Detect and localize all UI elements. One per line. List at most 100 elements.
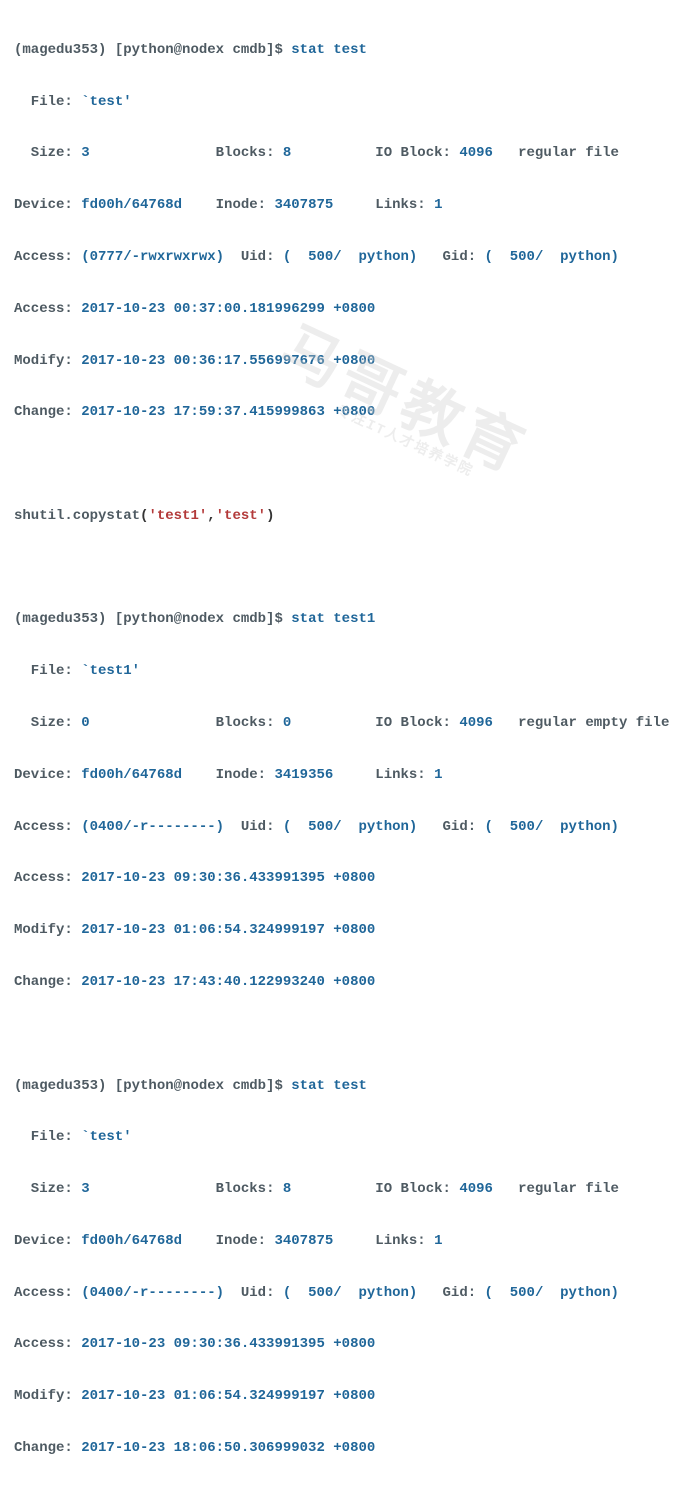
gid-label: Gid: — [443, 1285, 485, 1301]
file-label: File: — [14, 94, 81, 110]
size-val: 3 — [81, 145, 89, 161]
copystat-arg1: 'test1' — [148, 508, 207, 524]
prompt-userhost: [python@nodex cmdb]$ — [115, 42, 283, 58]
size-val: 0 — [81, 715, 89, 731]
access-time-label: Access: — [14, 301, 81, 317]
size-label: Size: — [14, 1181, 81, 1197]
blocks-label: Blocks: — [216, 145, 283, 161]
filetype: regular file — [493, 1181, 619, 1197]
change-val: 2017-10-23 17:59:37.415999863 +0800 — [81, 404, 375, 420]
change-label: Change: — [14, 974, 81, 990]
access-time-label: Access: — [14, 1336, 81, 1352]
prompt-line-1: (magedu353) [python@nodex cmdb]$ stat te… — [14, 38, 671, 64]
links-val: 1 — [434, 767, 442, 783]
ioblock-label: IO Block: — [375, 145, 459, 161]
change-val: 2017-10-23 17:43:40.122993240 +0800 — [81, 974, 375, 990]
size-label: Size: — [14, 145, 81, 161]
stat-file-line: File: `test' — [14, 90, 671, 116]
stat-device-line: Device: fd00h/64768d Inode: 3419356 Link… — [14, 763, 671, 789]
change-label: Change: — [14, 1440, 81, 1456]
prompt-env: (magedu353) — [14, 42, 106, 58]
links-val: 1 — [434, 197, 442, 213]
access-perm-val: (0400/-r--------) — [81, 819, 224, 835]
uid-label: Uid: — [241, 819, 283, 835]
uid-val: ( 500/ python) — [283, 819, 417, 835]
filetype: regular file — [493, 145, 619, 161]
inode-label: Inode: — [216, 767, 275, 783]
command-stat-test: stat test — [291, 1078, 367, 1094]
stat-modify-line: Modify: 2017-10-23 00:36:17.556997676 +0… — [14, 349, 671, 375]
inode-val: 3419356 — [274, 767, 333, 783]
prompt-env: (magedu353) — [14, 611, 106, 627]
modify-label: Modify: — [14, 1388, 81, 1404]
access-time-label: Access: — [14, 870, 81, 886]
blocks-val: 0 — [283, 715, 291, 731]
access-perm-val: (0400/-r--------) — [81, 1285, 224, 1301]
stat-device-line: Device: fd00h/64768d Inode: 3407875 Link… — [14, 193, 671, 219]
modify-label: Modify: — [14, 922, 81, 938]
change-val: 2017-10-23 18:06:50.306999032 +0800 — [81, 1440, 375, 1456]
gid-label: Gid: — [443, 819, 485, 835]
inode-val: 3407875 — [274, 197, 333, 213]
python-copystat-line: shutil.copystat('test1','test') — [14, 504, 671, 530]
stat-change-line: Change: 2017-10-23 17:59:37.415999863 +0… — [14, 400, 671, 426]
file-label: File: — [14, 1129, 81, 1145]
stat-access-perm-line: Access: (0400/-r--------) Uid: ( 500/ py… — [14, 1281, 671, 1307]
access-perm-val: (0777/-rwxrwxrwx) — [81, 249, 224, 265]
prompt-userhost: [python@nodex cmdb]$ — [115, 611, 283, 627]
links-val: 1 — [434, 1233, 442, 1249]
copystat-arg2: 'test' — [216, 508, 266, 524]
gid-val: ( 500/ python) — [485, 819, 619, 835]
ioblock-label: IO Block: — [375, 715, 459, 731]
modify-val: 2017-10-23 00:36:17.556997676 +0800 — [81, 353, 375, 369]
access-perm-label: Access: — [14, 819, 81, 835]
uid-val: ( 500/ python) — [283, 249, 417, 265]
prompt-line-3: (magedu353) [python@nodex cmdb]$ stat te… — [14, 1074, 671, 1100]
stat-change-line: Change: 2017-10-23 18:06:50.306999032 +0… — [14, 1436, 671, 1462]
modify-val: 2017-10-23 01:06:54.324999197 +0800 — [81, 1388, 375, 1404]
modify-val: 2017-10-23 01:06:54.324999197 +0800 — [81, 922, 375, 938]
links-label: Links: — [375, 1233, 434, 1249]
blocks-val: 8 — [283, 145, 291, 161]
access-time-val: 2017-10-23 09:30:36.433991395 +0800 — [81, 870, 375, 886]
device-val: fd00h/64768d — [81, 767, 182, 783]
stat-file-line: File: `test1' — [14, 659, 671, 685]
links-label: Links: — [375, 197, 434, 213]
ioblock-val: 4096 — [459, 145, 493, 161]
file-val: `test' — [81, 1129, 131, 1145]
gid-val: ( 500/ python) — [485, 249, 619, 265]
ioblock-val: 4096 — [459, 1181, 493, 1197]
device-val: fd00h/64768d — [81, 1233, 182, 1249]
uid-val: ( 500/ python) — [283, 1285, 417, 1301]
file-val: `test1' — [81, 663, 140, 679]
stat-access-time-line: Access: 2017-10-23 09:30:36.433991395 +0… — [14, 866, 671, 892]
gid-label: Gid: — [443, 249, 485, 265]
uid-label: Uid: — [241, 1285, 283, 1301]
device-label: Device: — [14, 197, 81, 213]
ioblock-label: IO Block: — [375, 1181, 459, 1197]
stat-access-perm-line: Access: (0400/-r--------) Uid: ( 500/ py… — [14, 815, 671, 841]
access-perm-label: Access: — [14, 1285, 81, 1301]
ioblock-val: 4096 — [459, 715, 493, 731]
prompt-line-2: (magedu353) [python@nodex cmdb]$ stat te… — [14, 607, 671, 633]
stat-device-line: Device: fd00h/64768d Inode: 3407875 Link… — [14, 1229, 671, 1255]
terminal-output: (magedu353) [python@nodex cmdb]$ stat te… — [14, 12, 671, 1488]
stat-access-time-line: Access: 2017-10-23 09:30:36.433991395 +0… — [14, 1332, 671, 1358]
access-time-val: 2017-10-23 09:30:36.433991395 +0800 — [81, 1336, 375, 1352]
command-stat-test: stat test — [291, 42, 367, 58]
blank-line — [14, 556, 671, 582]
change-label: Change: — [14, 404, 81, 420]
inode-val: 3407875 — [274, 1233, 333, 1249]
prompt-env: (magedu353) — [14, 1078, 106, 1094]
copystat-func: shutil.copystat — [14, 508, 140, 524]
inode-label: Inode: — [216, 197, 275, 213]
stat-file-line: File: `test' — [14, 1125, 671, 1151]
device-label: Device: — [14, 767, 81, 783]
blocks-label: Blocks: — [216, 715, 283, 731]
stat-access-time-line: Access: 2017-10-23 00:37:00.181996299 +0… — [14, 297, 671, 323]
links-label: Links: — [375, 767, 434, 783]
gid-val: ( 500/ python) — [485, 1285, 619, 1301]
stat-size-line: Size: 0 Blocks: 0 IO Block: 4096 regular… — [14, 711, 671, 737]
size-label: Size: — [14, 715, 81, 731]
filetype: regular empty file — [493, 715, 669, 731]
